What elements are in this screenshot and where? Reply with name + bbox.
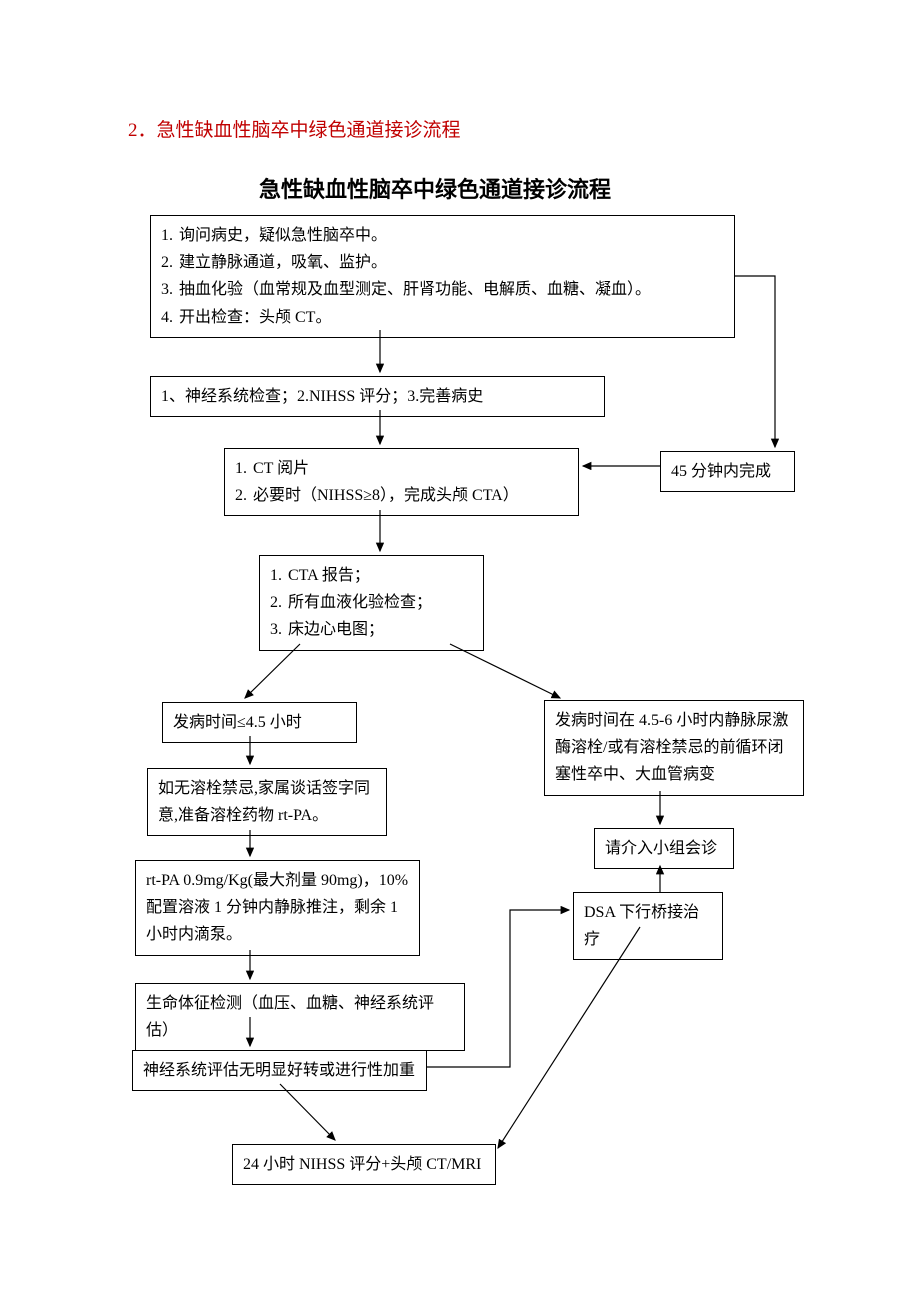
section-heading: 2．急性缺血性脑卒中绿色通道接诊流程: [128, 115, 461, 142]
final-text: 24 小时 NIHSS 评分+头颅 CT/MRI: [243, 1156, 481, 1173]
b1-t1: 询问病史，疑似急性脑卒中。: [179, 222, 387, 249]
box-final: 24 小时 NIHSS 评分+头颅 CT/MRI: [232, 1144, 496, 1185]
box-consult: 请介入小组会诊: [594, 828, 734, 869]
b4-n3: 3.: [270, 616, 282, 643]
box-dsa: DSA 下行桥接治疗: [573, 892, 723, 960]
b1-t4: 开出检查：头颅 CT。: [179, 304, 331, 331]
box-initial-steps: 1.询问病史，疑似急性脑卒中。 2.建立静脉通道，吸氧、监护。 3.抽血化验（血…: [150, 215, 735, 338]
box-timeline: 45 分钟内完成: [660, 451, 795, 492]
box-nihss: 1、神经系统检查；2.NIHSS 评分；3.完善病史: [150, 376, 605, 417]
b4-t2: 所有血液化验检查；: [288, 589, 432, 616]
b1-n4: 4.: [161, 304, 173, 331]
b1-t3: 抽血化验（血常规及血型测定、肝肾功能、电解质、血糖、凝血）。: [179, 276, 651, 303]
b3-t2: 必要时（NIHSS≥8），完成头颅 CTA）: [253, 482, 519, 509]
b1-n2: 2.: [161, 249, 173, 276]
b1-t2: 建立静脉通道，吸氧、监护。: [179, 249, 387, 276]
b3-n1: 1.: [235, 455, 247, 482]
box-cta-report: 1.CTA 报告； 2.所有血液化验检查； 3.床边心电图；: [259, 555, 484, 651]
b3-t1: CT 阅片: [253, 455, 309, 482]
b3-n2: 2.: [235, 482, 247, 509]
b4-t1: CTA 报告；: [288, 562, 370, 589]
box-consent: 如无溶栓禁忌,家属谈话签字同意,准备溶栓药物 rt-PA。: [147, 768, 387, 836]
box-onset-45-6: 发病时间在 4.5-6 小时内静脉尿激酶溶栓/或有溶栓禁忌的前循环闭塞性卒中、大…: [544, 700, 804, 796]
main-title: 急性缺血性脑卒中绿色通道接诊流程: [259, 172, 611, 204]
box-ct: 1.CT 阅片 2.必要时（NIHSS≥8），完成头颅 CTA）: [224, 448, 579, 516]
b1-n3: 3.: [161, 276, 173, 303]
b4-n2: 2.: [270, 589, 282, 616]
box-vitals: 生命体征检测（血压、血糖、神经系统评估）: [135, 983, 465, 1051]
b1-n1: 1.: [161, 222, 173, 249]
box-rtpa: rt-PA 0.9mg/Kg(最大剂量 90mg)，10%配置溶液 1 分钟内静…: [135, 860, 420, 956]
b4-n1: 1.: [270, 562, 282, 589]
b4-t3: 床边心电图；: [288, 616, 384, 643]
box-onset-le-45: 发病时间≤4.5 小时: [162, 702, 357, 743]
box-no-improvement: 神经系统评估无明显好转或进行性加重: [132, 1050, 427, 1091]
